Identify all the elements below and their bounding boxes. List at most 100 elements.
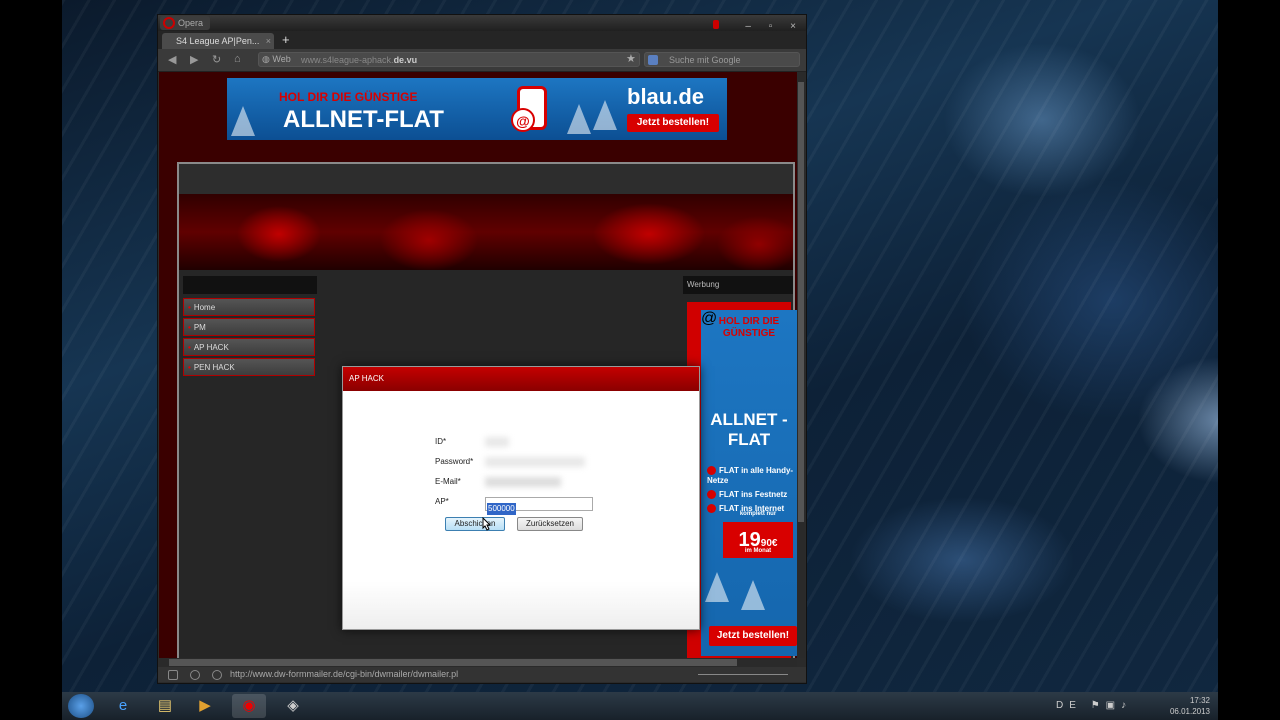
browser-window: Opera – ▫ × S4 League AP|Pen... × + ◀ ▶ … bbox=[157, 14, 807, 684]
back-icon[interactable]: ◀ bbox=[168, 53, 176, 66]
tree-decoration bbox=[231, 106, 255, 136]
tree-decoration bbox=[567, 104, 591, 134]
forward-icon[interactable]: ▶ bbox=[190, 53, 198, 66]
id-field[interactable] bbox=[485, 437, 509, 447]
volume-icon[interactable]: ♪ bbox=[1121, 700, 1132, 711]
dialog-title: AP HACK bbox=[343, 367, 699, 391]
ap-field-value: 500000 bbox=[487, 503, 516, 515]
page-viewport: HOL DIR DIE GÜNSTIGE ALLNET-FLAT @ blau.… bbox=[159, 72, 797, 658]
side-ad-headline: ALLNET -FLAT bbox=[710, 410, 788, 449]
taskbar: e ▤ ▶ ◉ ◈ DE ⚑▣♪ 17:32 06.01.2013 bbox=[62, 692, 1218, 720]
web-badge: ◍ Web bbox=[258, 52, 291, 67]
address-toolbar: ◀ ▶ ↻ ⌂ www.s4league-aphack.de.vu ◍ Web … bbox=[158, 49, 806, 72]
email-label: E-Mail* bbox=[435, 477, 461, 486]
banner-headline: ALLNET-FLAT bbox=[283, 106, 444, 133]
tree-decoration bbox=[741, 580, 765, 610]
dialog-body: ID* Password* E-Mail* AP* 500000 Abschic… bbox=[343, 391, 699, 629]
desktop: Opera – ▫ × S4 League AP|Pen... × + ◀ ▶ … bbox=[0, 0, 1280, 720]
bullet-icon: • bbox=[188, 323, 191, 332]
tree-decoration bbox=[593, 100, 617, 130]
side-ad-feature: FLAT ins Festnetz bbox=[707, 490, 797, 500]
price-period: im Monat bbox=[744, 548, 772, 554]
network-icon[interactable]: ▣ bbox=[1106, 700, 1121, 711]
bullet-icon: • bbox=[188, 363, 191, 372]
sidebar-item-label: AP HACK bbox=[193, 343, 229, 352]
file-explorer-icon[interactable]: ▤ bbox=[148, 694, 182, 718]
search-placeholder: Suche mit Google bbox=[669, 55, 741, 65]
globe-icon: ◍ bbox=[262, 54, 273, 64]
clock-date: 06.01.2013 bbox=[1169, 707, 1210, 716]
banner-order-button[interactable]: Jetzt bestellen! bbox=[627, 114, 719, 132]
bookmark-star-icon[interactable]: ★ bbox=[626, 52, 636, 65]
check-icon bbox=[707, 466, 716, 476]
mouse-cursor-icon bbox=[482, 517, 491, 531]
tab-close-icon[interactable]: × bbox=[266, 33, 271, 49]
sidebar-header bbox=[183, 276, 317, 294]
status-url: http://www.dw-formmailer.de/cgi-bin/dwma… bbox=[230, 669, 459, 679]
clock[interactable]: 17:32 06.01.2013 bbox=[1170, 695, 1210, 717]
horizontal-scrollbar[interactable] bbox=[159, 658, 797, 667]
horizontal-scroll-thumb[interactable] bbox=[169, 659, 737, 666]
sidebar-item-pm[interactable]: • PM bbox=[183, 318, 315, 336]
sidebar-item-home[interactable]: • Home bbox=[183, 298, 315, 316]
media-player-icon[interactable]: ▶ bbox=[188, 694, 222, 718]
password-field[interactable] bbox=[485, 457, 585, 467]
sidebar-item-label: PM bbox=[193, 323, 206, 332]
submit-button[interactable]: Abschicken bbox=[445, 517, 505, 531]
site-header-flames bbox=[179, 194, 793, 270]
search-field[interactable]: Suche mit Google bbox=[644, 52, 800, 67]
ap-label: AP* bbox=[435, 497, 449, 506]
sidebar-item-ap-hack[interactable]: • AP HACK bbox=[183, 338, 315, 356]
price-note: komplett nur bbox=[739, 511, 777, 517]
turbo-icon[interactable] bbox=[190, 670, 200, 680]
opera-taskbar-icon[interactable]: ◉ bbox=[232, 694, 266, 718]
top-banner-ad[interactable]: HOL DIR DIE GÜNSTIGE ALLNET-FLAT @ blau.… bbox=[227, 78, 727, 140]
web-badge-label: Web bbox=[272, 54, 291, 64]
side-ad-order-button[interactable]: Jetzt bestellen! bbox=[709, 626, 797, 646]
side-ad-panel: HOL DIR DIE GÜNSTIGE @ ALLNET -FLAT FLAT… bbox=[701, 310, 797, 656]
sidebar: • Home • PM • AP HACK • PEN HACK bbox=[183, 276, 317, 378]
status-bar: http://www.dw-formmailer.de/cgi-bin/dwma… bbox=[158, 667, 806, 682]
ap-field[interactable]: 500000 bbox=[485, 497, 593, 515]
site-container: • Home • PM • AP HACK • PEN HACK Werbung HOL… bbox=[177, 162, 797, 658]
title-bar: Opera – ▫ × bbox=[158, 15, 806, 32]
tab-bar: S4 League AP|Pen... × + bbox=[158, 31, 806, 49]
banner-tagline: HOL DIR DIE GÜNSTIGE bbox=[279, 90, 418, 104]
recorder-taskbar-icon[interactable]: ◈ bbox=[276, 694, 310, 718]
check-icon bbox=[707, 504, 716, 514]
new-tab-button[interactable]: + bbox=[282, 32, 290, 47]
side-ad-price: komplett nur 1990€ im Monat bbox=[723, 511, 793, 558]
language-indicator[interactable]: DE bbox=[1056, 700, 1082, 711]
side-ad[interactable]: HOL DIR DIE GÜNSTIGE @ ALLNET -FLAT FLAT… bbox=[687, 302, 797, 658]
email-field[interactable] bbox=[485, 477, 561, 487]
id-label: ID* bbox=[435, 437, 447, 446]
browser-tab[interactable]: S4 League AP|Pen... × bbox=[162, 33, 274, 49]
bullet-icon: • bbox=[188, 343, 191, 352]
clock-time: 17:32 bbox=[1189, 696, 1210, 705]
recording-indicator-icon bbox=[712, 20, 719, 30]
internet-explorer-icon[interactable]: e bbox=[106, 694, 140, 718]
reload-icon[interactable]: ↻ bbox=[212, 53, 221, 66]
sidebar-item-label: PEN HACK bbox=[193, 363, 235, 372]
home-icon[interactable]: ⌂ bbox=[234, 53, 241, 65]
bullet-icon: • bbox=[188, 303, 191, 312]
start-button[interactable] bbox=[68, 694, 94, 718]
reset-button[interactable]: Zurücksetzen bbox=[517, 517, 583, 531]
banner-brand: blau.de bbox=[627, 84, 705, 109]
vertical-scrollbar[interactable] bbox=[797, 72, 805, 658]
sidebar-item-pen-hack[interactable]: • PEN HACK bbox=[183, 358, 315, 376]
panel-toggle-icon[interactable] bbox=[168, 670, 178, 680]
vertical-scroll-thumb[interactable] bbox=[798, 82, 804, 522]
zoom-slider[interactable] bbox=[698, 674, 788, 675]
flag-icon[interactable]: ⚑ bbox=[1091, 700, 1106, 711]
at-sign-icon: @ bbox=[511, 108, 535, 132]
sync-icon[interactable] bbox=[212, 670, 222, 680]
opera-logo-icon bbox=[163, 17, 175, 29]
password-label: Password* bbox=[435, 457, 474, 466]
site-top-strip bbox=[179, 164, 793, 194]
opera-menu-button[interactable]: Opera bbox=[160, 16, 210, 30]
url-domain: de.vu bbox=[393, 55, 418, 65]
side-ad-tagline: HOL DIR DIE GÜNSTIGE bbox=[718, 316, 780, 339]
tray-icons[interactable]: DE ⚑▣♪ bbox=[1056, 700, 1132, 711]
url-field[interactable]: www.s4league-aphack.de.vu bbox=[258, 52, 640, 67]
